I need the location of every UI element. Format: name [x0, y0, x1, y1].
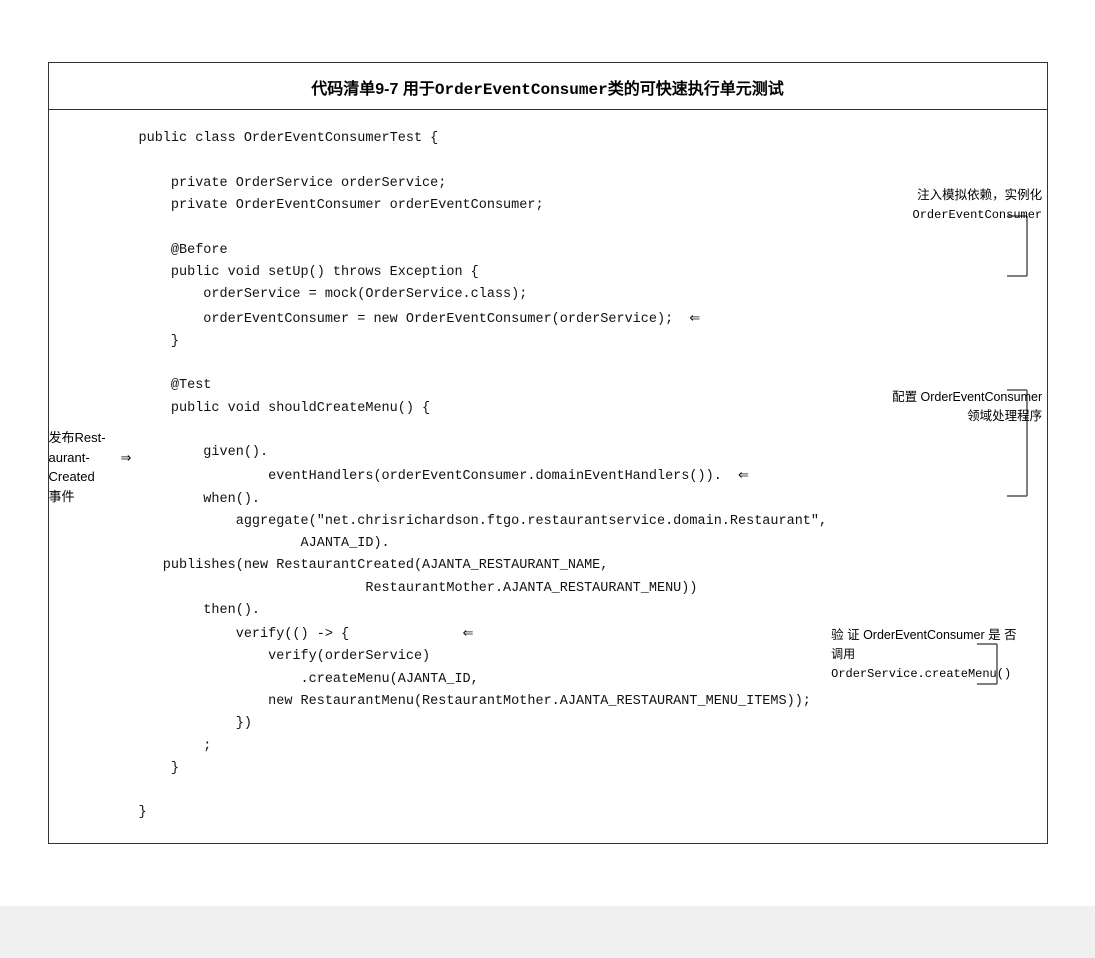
annotation-2: 配置 OrderEventConsumer 领域处理程序 [867, 388, 1042, 424]
code-line-18: aggregate("net.chrisrichardson.ftgo.rest… [139, 511, 828, 533]
code-line-14 [139, 420, 828, 442]
code-line-27: }) [139, 713, 828, 735]
code-line-24: verify(orderService) [139, 646, 828, 668]
code-line-10: } [139, 331, 828, 353]
code-line-5 [139, 217, 828, 239]
left-annotation-area: 发布Rest- aurant- Created 事件 ⇒ [49, 128, 129, 824]
code-line-17: when(). [139, 489, 828, 511]
code-line-1: public class OrderEventConsumerTest { [139, 128, 828, 150]
title-prefix: 代码清单9-7 用于 [311, 81, 435, 98]
code-line-6: @Before [139, 240, 828, 262]
code-line-19: AJANTA_ID). [139, 533, 828, 555]
code-line-25: .createMenu(AJANTA_ID, [139, 669, 828, 691]
code-line-7: public void setUp() throws Exception { [139, 262, 828, 284]
code-line-23: verify(() -> { ⇐ [139, 622, 828, 646]
code-line-26: new RestaurantMenu(RestaurantMother.AJAN… [139, 691, 828, 713]
code-line-31: } [139, 802, 828, 824]
code-line-29: } [139, 758, 828, 780]
code-line-16: eventHandlers(orderEventConsumer.domainE… [139, 464, 828, 488]
code-line-21: RestaurantMother.AJANTA_RESTAURANT_MENU)… [139, 578, 828, 600]
code-area: 发布Rest- aurant- Created 事件 ⇒ public clas… [49, 110, 1047, 842]
code-listing-box: 代码清单9-7 用于OrderEventConsumer类的可快速执行单元测试 … [48, 62, 1048, 843]
title-suffix: 类的可快速执行单元测试 [608, 81, 784, 98]
code-line-8: orderService = mock(OrderService.class); [139, 284, 828, 306]
code-line-28: ; [139, 736, 828, 758]
annotation-1: 注入模拟依赖，实例化 OrderEventConsumer [867, 186, 1042, 224]
page-container: 代码清单9-7 用于OrderEventConsumer类的可快速执行单元测试 … [0, 0, 1095, 906]
code-line-11 [139, 353, 828, 375]
code-line-2 [139, 151, 828, 173]
right-annotations: 注入模拟依赖，实例化 OrderEventConsumer 配置 OrderEv… [827, 128, 1057, 824]
code-line-30 [139, 780, 828, 802]
code-line-15: given(). [139, 442, 828, 464]
title-classname: OrderEventConsumer [435, 81, 608, 99]
code-block: public class OrderEventConsumerTest { pr… [129, 128, 828, 824]
code-line-12: @Test [139, 375, 828, 397]
code-line-20: publishes(new RestaurantCreated(AJANTA_R… [139, 555, 828, 577]
annotation-brackets-svg [827, 128, 1057, 958]
code-line-22: then(). [139, 600, 828, 622]
code-line-3: private OrderService orderService; [139, 173, 828, 195]
listing-title: 代码清单9-7 用于OrderEventConsumer类的可快速执行单元测试 [49, 63, 1047, 110]
annotation-3: 验 证 OrderEventConsumer 是 否 调用 OrderServi… [831, 626, 1041, 683]
code-line-13: public void shouldCreateMenu() { [139, 398, 828, 420]
code-line-4: private OrderEventConsumer orderEventCon… [139, 195, 828, 217]
left-annotation-text: 发布Rest- aurant- Created 事件 [49, 428, 124, 506]
code-line-9: orderEventConsumer = new OrderEventConsu… [139, 307, 828, 331]
